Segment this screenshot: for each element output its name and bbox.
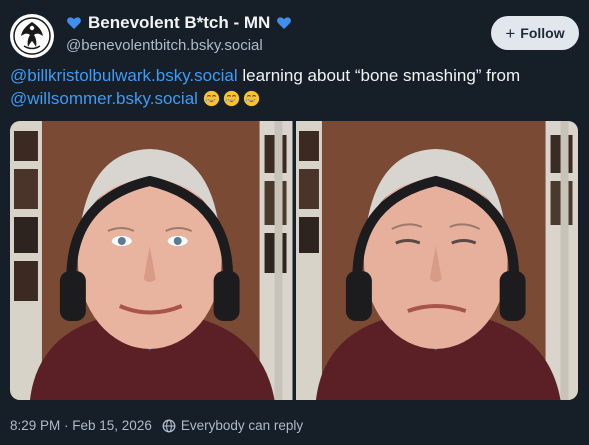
- plus-icon: +: [505, 23, 516, 43]
- blue-heart-icon: [277, 17, 292, 29]
- post-footer: 8:29 PM · Feb 15, 2026 Everybody can rep…: [10, 418, 303, 433]
- mention-link-bill[interactable]: @billkristolbulwark.bsky.social: [10, 66, 238, 85]
- globe-icon: [162, 419, 176, 432]
- author-display-name: Benevolent B*tch - MN: [88, 13, 271, 32]
- face-photo-right[interactable]: [295, 121, 578, 400]
- post-timestamp[interactable]: 8:29 PM · Feb 15, 2026: [10, 418, 152, 433]
- blue-heart-icon: [67, 17, 81, 29]
- reply-setting-label: Everybody can reply: [180, 418, 304, 433]
- follow-button[interactable]: + Follow: [491, 16, 579, 50]
- smiling-face-with-tear-icon: [203, 90, 219, 107]
- post-text: @billkristolbulwark.bsky.social learning…: [10, 64, 575, 110]
- follow-button-label: Follow: [520, 25, 565, 41]
- post-header: Benevolent B*tch - MN @benevolentbitch.b…: [10, 12, 579, 58]
- reply-setting[interactable]: Everybody can reply: [162, 418, 303, 433]
- emoji-group: [203, 89, 263, 108]
- phoenix-logo-icon: [13, 17, 51, 55]
- media-grid: [10, 121, 578, 400]
- author-info: Benevolent B*tch - MN @benevolentbitch.b…: [66, 12, 292, 55]
- smiling-face-with-tear-icon: [243, 90, 259, 107]
- post-text-body: learning about “bone smashing” from: [237, 66, 521, 85]
- smiling-face-with-tear-icon: [223, 90, 239, 107]
- face-photo-left[interactable]: [10, 121, 293, 400]
- mention-link-will[interactable]: @willsommer.bsky.social: [10, 89, 198, 108]
- display-name-row[interactable]: Benevolent B*tch - MN: [66, 12, 292, 34]
- post-card: Benevolent B*tch - MN @benevolentbitch.b…: [0, 0, 589, 445]
- avatar[interactable]: [10, 14, 54, 58]
- author-handle[interactable]: @benevolentbitch.bsky.social: [66, 37, 292, 55]
